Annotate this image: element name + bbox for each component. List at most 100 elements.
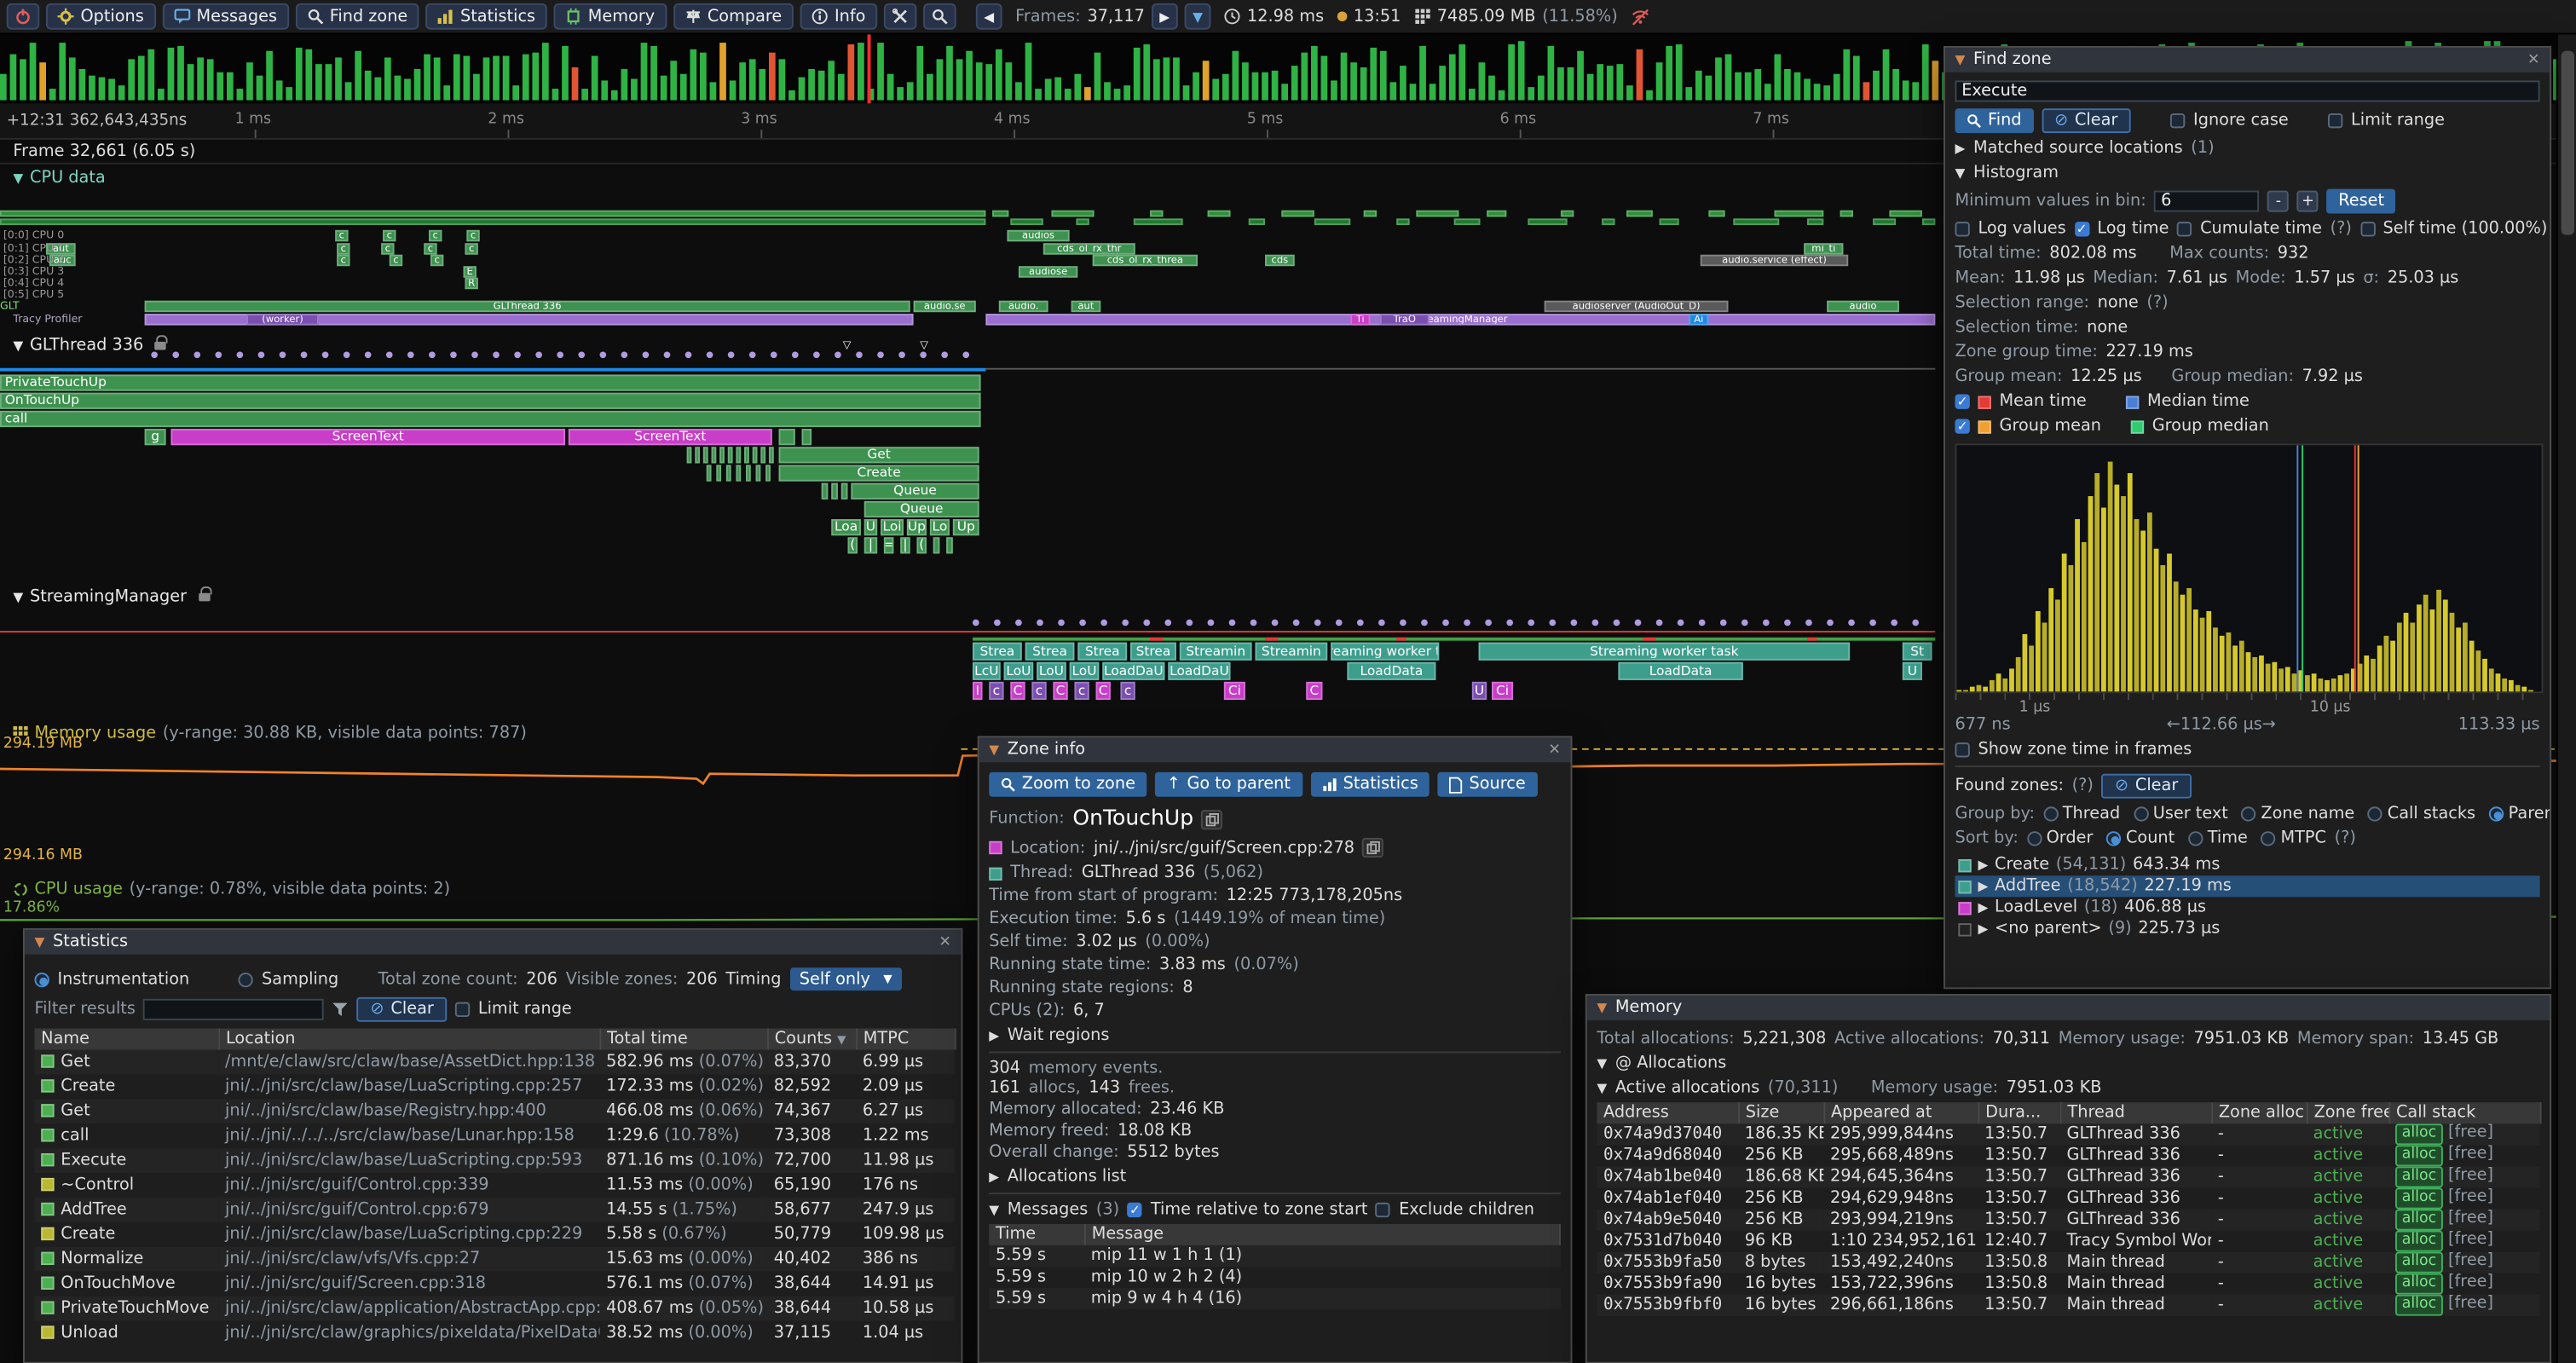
frame-bar[interactable] (1301, 52, 1308, 101)
frame-bar[interactable] (197, 58, 204, 100)
frame-bar[interactable] (887, 74, 894, 100)
message-dot[interactable] (962, 351, 969, 358)
message-dot[interactable] (1187, 620, 1193, 627)
zone-time-histogram[interactable] (1955, 443, 2543, 693)
frame-bar[interactable] (118, 85, 125, 100)
min-bin-increment-button[interactable]: + (2297, 191, 2319, 212)
message-dot[interactable] (1314, 620, 1321, 627)
frame-bar[interactable] (424, 54, 430, 100)
self-time-checkbox[interactable] (2360, 222, 2375, 236)
zone-bar[interactable] (1660, 218, 1679, 225)
frame-bar[interactable] (1419, 45, 1426, 100)
message-dot[interactable] (1592, 620, 1599, 627)
zone-bar[interactable] (802, 429, 812, 445)
found-zone-group-row[interactable]: ▶ AddTree (18,542) 227.19 ms (1955, 875, 2539, 897)
zone-bar[interactable]: aut (1071, 301, 1101, 312)
frame-bar[interactable] (523, 55, 529, 100)
message-dot[interactable] (1250, 620, 1257, 627)
ignore-case-checkbox[interactable] (2170, 113, 2185, 128)
zone-bar[interactable] (707, 465, 712, 481)
frame-bar[interactable] (1380, 51, 1387, 101)
filter-input[interactable] (144, 999, 325, 1020)
frame-bar[interactable] (414, 69, 421, 101)
scrollbar-thumb[interactable] (2562, 51, 2574, 235)
frame-bar[interactable] (1006, 62, 1013, 101)
zone-name-cell[interactable]: Normalize (34, 1247, 218, 1272)
zone-bar[interactable]: c (337, 243, 349, 254)
frame-bar[interactable] (1863, 82, 1870, 100)
frame-bar[interactable] (759, 70, 765, 101)
zone-location-cell[interactable]: jni/../jni/src/claw/base/LuaScripting.cp… (218, 1074, 599, 1099)
zone-bar[interactable] (1396, 218, 1409, 225)
zone-bar[interactable]: Up (907, 519, 927, 535)
vertical-scrollbar[interactable] (2556, 34, 2576, 1362)
alloc-chip[interactable]: alloc (2395, 1145, 2443, 1166)
frame-bar[interactable] (1666, 46, 1672, 101)
prev-frame-button[interactable]: ◀ (976, 3, 1002, 30)
frame-bar[interactable] (384, 58, 391, 100)
sort-by-option[interactable]: MTPC (2261, 829, 2326, 847)
frame-bar[interactable] (404, 78, 411, 101)
zone-bar[interactable] (1051, 211, 1094, 217)
zone-bar[interactable]: audios (1007, 230, 1069, 241)
frame-bar[interactable] (1725, 54, 1732, 100)
frame-bar[interactable] (20, 60, 26, 101)
zone-bar[interactable]: ( (916, 537, 927, 553)
alloc-chip[interactable]: alloc (2395, 1231, 2443, 1252)
zone-bar[interactable]: Ti (1350, 314, 1370, 325)
radio-button[interactable] (2261, 831, 2275, 846)
message-dot[interactable] (215, 351, 222, 358)
col-thread[interactable]: Thread (2060, 1102, 2211, 1123)
frame-bar[interactable] (1331, 81, 1337, 100)
message-dot[interactable] (856, 351, 863, 358)
zone-bar[interactable]: audiose (1019, 266, 1077, 277)
message-dot[interactable] (1891, 620, 1897, 627)
statistics-button[interactable]: Statistics (426, 3, 547, 30)
zone-bar[interactable]: Strea (973, 643, 1022, 661)
message-dot[interactable] (1400, 620, 1406, 627)
frame-bar[interactable] (59, 43, 66, 101)
frame-bar[interactable] (1449, 55, 1456, 101)
find-zone-button[interactable]: Find zone (295, 3, 419, 30)
message-dot[interactable] (1079, 620, 1086, 627)
zone-bar[interactable] (0, 368, 985, 372)
statistics-row[interactable]: Get /mnt/e/claw/src/claw/base/AssetDict.… (34, 1050, 954, 1075)
frame-bar[interactable] (1715, 57, 1722, 101)
frame-bar[interactable] (493, 55, 500, 101)
frame-bar[interactable] (1883, 49, 1890, 100)
zone-bar[interactable]: Queue (851, 483, 979, 500)
frame-bar[interactable] (1548, 46, 1555, 100)
frame-bar[interactable] (266, 51, 273, 101)
frame-bar[interactable] (631, 78, 638, 101)
frame-bar[interactable] (1745, 73, 1752, 101)
frame-bar[interactable] (1104, 82, 1111, 100)
message-dot[interactable] (920, 351, 927, 358)
frame-bar[interactable] (1193, 72, 1199, 101)
collapse-icon[interactable]: ▼ (1955, 53, 1965, 67)
alloc-chip[interactable]: alloc (2395, 1123, 2443, 1145)
allocations-toggle[interactable]: ▼ @ Allocations (1597, 1054, 2539, 1072)
message-dot[interactable] (514, 351, 521, 358)
frame-bar[interactable] (956, 59, 963, 101)
frame-bar[interactable] (907, 83, 914, 100)
group-by-option[interactable]: Zone name (2241, 805, 2354, 823)
expand-icon[interactable]: ▶ (1978, 879, 1988, 893)
message-dot[interactable] (1122, 620, 1129, 627)
frame-bar[interactable] (217, 72, 223, 101)
frame-bar[interactable] (946, 47, 953, 101)
zone-bar[interactable]: c (429, 230, 442, 241)
message-dot[interactable] (493, 351, 500, 358)
frame-bar[interactable] (1814, 84, 1821, 101)
exclude-children-checkbox[interactable] (1376, 1203, 1390, 1217)
frame-bar[interactable] (1252, 72, 1259, 100)
message-dot[interactable] (1015, 620, 1022, 627)
message-dot[interactable] (1272, 620, 1279, 627)
message-dot[interactable] (1293, 620, 1300, 627)
frame-bar[interactable] (188, 63, 194, 100)
zone-bar[interactable]: GLThread 336 (145, 301, 910, 312)
message-dot[interactable] (1506, 620, 1513, 627)
message-dot[interactable] (172, 351, 179, 358)
zone-name-cell[interactable]: call (34, 1123, 218, 1148)
frame-bar[interactable] (799, 78, 806, 101)
message-dot[interactable] (1037, 620, 1043, 627)
